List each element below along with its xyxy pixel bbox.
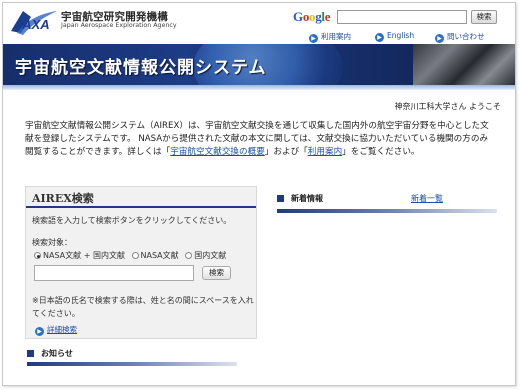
org-name-en: Japan Aerospace Exploration Agency — [61, 22, 177, 29]
search-target-label: 検索対象： — [32, 238, 72, 247]
search-instruction: 検索語を入力して検索ボタンをクリックしてください。 — [32, 216, 232, 225]
radio-button[interactable] — [185, 252, 193, 259]
banner-title: 宇宙航空文献情報公開システム — [15, 58, 267, 78]
notices-divider — [27, 362, 237, 366]
radio-option-nasa[interactable]: NASA文献 — [131, 251, 179, 260]
usage-guide-inline-link[interactable]: 利用案内 — [308, 147, 342, 157]
news-title: 新着情報 — [291, 194, 323, 203]
google-logo: Google — [293, 9, 331, 24]
radio-label: NASA文献 + 国内文献 — [43, 251, 125, 260]
english-label: English — [387, 31, 415, 40]
news-section-header: 新着情報 新着一覧 — [277, 193, 497, 209]
notices-section-header: お知らせ — [27, 348, 237, 362]
radio-label: NASA文献 — [140, 251, 179, 260]
arrow-right-icon: ▶ — [435, 34, 444, 43]
space-station-image — [413, 44, 515, 85]
page-frame: JAXA 宇宙航空研究開発機構 Japan Aerospace Explorat… — [2, 2, 516, 386]
site-header: JAXA 宇宙航空研究開発機構 Japan Aerospace Explorat… — [3, 3, 515, 43]
square-bullet-icon — [277, 195, 284, 202]
usage-guide-link[interactable]: ▶ 利用案内 — [309, 31, 351, 43]
square-bullet-icon — [27, 350, 34, 357]
site-search-button[interactable]: 検索 — [471, 10, 497, 24]
radio-button[interactable] — [131, 252, 139, 259]
radio-label: 国内文献 — [194, 251, 227, 260]
search-target-options: NASA文献 + 国内文献 NASA文献 国内文献 — [34, 250, 226, 261]
usage-guide-label: 利用案内 — [321, 32, 351, 41]
notices-title: お知らせ — [41, 349, 73, 358]
radio-button[interactable] — [34, 252, 41, 259]
welcome-message: 神奈川工科大学さん ようこそ — [394, 102, 501, 111]
news-list-link[interactable]: 新着一覧 — [411, 193, 443, 204]
news-divider — [277, 209, 497, 213]
intro-text-part3: 」をご覧ください。 — [342, 147, 420, 157]
arrow-right-icon: ▶ — [375, 33, 384, 42]
advanced-search-link[interactable]: ▶ 詳細検索 — [35, 324, 77, 336]
title-banner: 宇宙航空文献情報公開システム — [3, 44, 515, 85]
query-input[interactable] — [34, 265, 194, 281]
jaxa-logo[interactable]: JAXA — [9, 7, 59, 35]
site-search-input[interactable] — [337, 10, 467, 24]
arrow-right-icon: ▶ — [309, 34, 318, 43]
contact-link[interactable]: ▶ 問い合わせ — [435, 31, 485, 43]
arrow-right-icon: ▶ — [35, 327, 44, 336]
radio-option-all[interactable]: NASA文献 + 国内文献 — [34, 251, 125, 260]
intro-text-part2: 」および「 — [264, 147, 308, 157]
intro-text: 宇宙航空文献情報公開システム（AIREX）は、宇宙航空文献交換を通じて収集した国… — [25, 120, 495, 159]
logo-wordmark: JAXA — [15, 17, 50, 32]
search-panel-title: AIREX検索 — [26, 187, 256, 208]
query-search-button[interactable]: 検索 — [202, 266, 231, 280]
advanced-search-label: 詳細検索 — [47, 325, 77, 334]
english-link[interactable]: ▶ English — [375, 31, 414, 42]
search-note: ※日本語の氏名で検索する際は、姓と名の間にスペースを入れてください。 — [32, 296, 254, 318]
banner-divider — [3, 85, 515, 90]
contact-label: 問い合わせ — [447, 32, 485, 41]
exchange-overview-link[interactable]: 宇宙航空文献交換の概要 — [170, 147, 265, 157]
radio-option-domestic[interactable]: 国内文献 — [185, 251, 226, 260]
